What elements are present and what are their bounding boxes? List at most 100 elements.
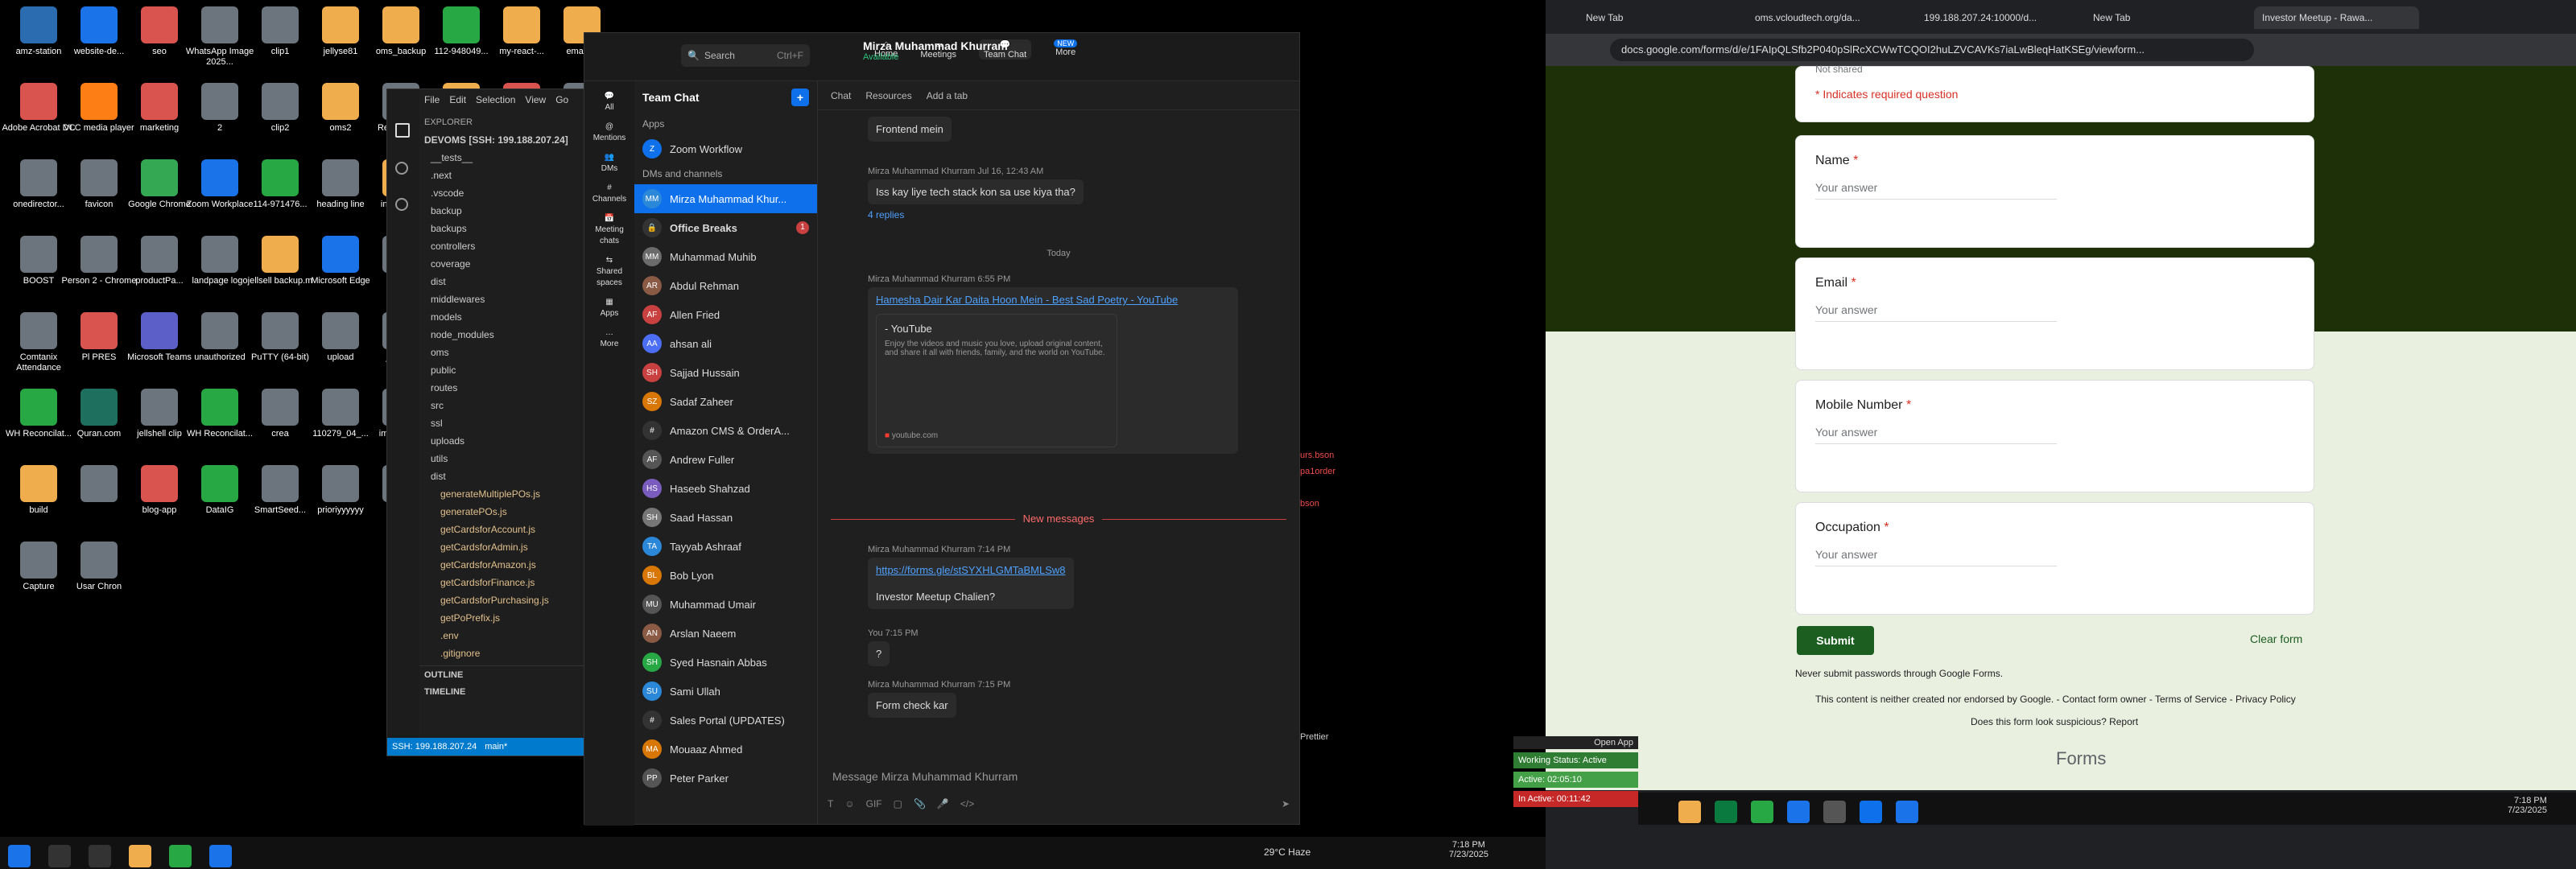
taskview-icon[interactable] <box>89 845 111 867</box>
tree-item[interactable]: getCardsforFinance.js <box>419 574 592 591</box>
chat-list-item[interactable]: AA ahsan ali <box>634 329 817 358</box>
edge-taskbar-icon[interactable] <box>209 845 232 867</box>
tree-item[interactable]: node_modules <box>419 326 592 344</box>
chat-list-item[interactable]: 🔒 Office Breaks 1 <box>634 213 817 242</box>
tree-item[interactable]: .env <box>419 627 592 645</box>
tree-item[interactable]: middlewares <box>419 290 592 308</box>
message-composer[interactable]: Message Mirza Muhammad Khurram <box>828 765 1290 789</box>
git-branch[interactable]: main* <box>485 742 507 752</box>
chat-list-item[interactable]: # Sales Portal (UPDATES) <box>634 706 817 735</box>
tab-chat[interactable]: Chat <box>831 90 851 101</box>
screenshot-icon[interactable]: ▢ <box>894 798 902 818</box>
clock-left[interactable]: 7:18 PM 7/23/2025 <box>1449 840 1488 859</box>
chat-list-item[interactable]: SH Syed Hasnain Abbas <box>634 648 817 677</box>
apps-section[interactable]: Apps <box>634 113 817 134</box>
code-icon[interactable]: </> <box>960 798 974 818</box>
tree-item[interactable]: dist <box>419 273 592 290</box>
open-app-button[interactable]: Open App <box>1513 736 1638 749</box>
tree-item[interactable]: backup <box>419 202 592 220</box>
tab-4[interactable]: New Tab <box>2085 6 2250 29</box>
tab-resources[interactable]: Resources <box>865 90 911 101</box>
clock-right[interactable]: 7:18 PM 7/23/2025 <box>2508 796 2547 815</box>
chat-list-item[interactable]: MU Muhammad Umair <box>634 590 817 619</box>
search-taskbar-icon[interactable] <box>48 845 71 867</box>
zoom-taskbar-icon[interactable] <box>1860 801 1882 823</box>
emoji-icon[interactable]: ☺ <box>844 798 854 818</box>
form-link[interactable]: https://forms.gle/stSYXHLGMTaBMLSw8 <box>876 564 1066 576</box>
rail-more[interactable]: … More <box>584 327 634 350</box>
suspicious-report[interactable]: Does this form look suspicious? Report <box>1971 716 2138 727</box>
chat-list-item[interactable]: SU Sami Ullah <box>634 677 817 706</box>
tree-item[interactable]: utils <box>419 450 592 467</box>
chat-list-item[interactable]: AF Allen Fried <box>634 300 817 329</box>
chat-list-item[interactable]: MM Mirza Muhammad Khur... <box>634 184 817 213</box>
mic-icon[interactable]: 🎤 <box>937 798 949 818</box>
timeline-section[interactable]: TIMELINE <box>419 683 592 701</box>
menu-edit[interactable]: Edit <box>449 94 466 105</box>
chat-list-item[interactable]: HS Haseeb Shahzad <box>634 474 817 503</box>
chat-list-item[interactable]: AN Arslan Naeem <box>634 619 817 648</box>
tree-item[interactable]: .vscode <box>419 184 592 202</box>
youtube-link[interactable]: Hamesha Dair Kar Daita Hoon Mein - Best … <box>876 294 1230 306</box>
chat-list-item[interactable]: SH Sajjad Hussain <box>634 358 817 387</box>
tab-add[interactable]: Add a tab <box>927 90 968 101</box>
chat-list-item[interactable]: # Amazon CMS & OrderA... <box>634 416 817 445</box>
chat-list-item[interactable]: MA Mouaaz Ahmed <box>634 735 817 764</box>
chat-list-item[interactable]: SZ Sadaf Zaheer <box>634 387 817 416</box>
menu-go[interactable]: Go <box>555 94 568 105</box>
tab-1[interactable]: New Tab <box>1578 6 1743 29</box>
new-chat-button[interactable]: + <box>791 89 809 106</box>
submit-button[interactable]: Submit <box>1797 626 1874 655</box>
rail-meeting-chats[interactable]: 📅 Meeting chats <box>584 213 634 247</box>
occupation-input[interactable]: Your answer <box>1815 548 2057 566</box>
menu-file[interactable]: File <box>424 94 440 105</box>
send-icon[interactable]: ➤ <box>1282 798 1290 818</box>
email-input[interactable]: Your answer <box>1815 303 2057 322</box>
vpn-icon[interactable] <box>1823 801 1846 823</box>
chrome-taskbar-icon[interactable] <box>169 845 192 867</box>
remote-status[interactable]: SSH: 199.188.207.24 <box>392 742 477 752</box>
mobile-input[interactable]: Your answer <box>1815 426 2057 444</box>
chat-list-item[interactable]: MM Muhammad Muhib <box>634 242 817 271</box>
rail-dms[interactable]: 👥 DMs <box>584 152 634 175</box>
weather-widget[interactable]: 29°C Haze <box>1264 846 1311 858</box>
outline-section[interactable]: OUTLINE <box>419 665 592 683</box>
app-zoom-workflow[interactable]: Z Zoom Workflow <box>634 134 817 163</box>
tree-item[interactable]: routes <box>419 379 592 397</box>
tree-item[interactable]: getCardsforAmazon.js <box>419 556 592 574</box>
tree-item[interactable]: src <box>419 397 592 414</box>
tree-item[interactable]: getPoPrefix.js <box>419 609 592 627</box>
file-explorer-icon[interactable] <box>129 845 151 867</box>
chat-list-item[interactable]: AR Abdul Rehman <box>634 271 817 300</box>
rail-all[interactable]: 💬 All <box>584 91 634 113</box>
desktop-icon[interactable]: Usar Chron <box>60 542 138 592</box>
tree-item[interactable]: controllers <box>419 237 592 255</box>
tab-active[interactable]: Investor Meetup - Rawa... <box>2254 6 2419 29</box>
tree-item[interactable]: .gitignore <box>419 645 592 662</box>
chrome-taskbar-icon[interactable] <box>1751 801 1773 823</box>
rail-shared-spaces[interactable]: ⇆ Shared spaces <box>584 255 634 289</box>
rail-channels[interactable]: # Channels <box>584 183 634 205</box>
tree-item[interactable]: public <box>419 361 592 379</box>
gif-icon[interactable]: GIF <box>866 798 882 818</box>
tree-item[interactable]: uploads <box>419 432 592 450</box>
vscode-taskbar-icon[interactable] <box>1896 801 1918 823</box>
tree-item[interactable]: dist <box>419 467 592 485</box>
tree-item[interactable]: models <box>419 308 592 326</box>
source-control-icon[interactable] <box>395 198 408 211</box>
menu-selection[interactable]: Selection <box>476 94 515 105</box>
store-icon[interactable] <box>1715 801 1737 823</box>
search-icon[interactable] <box>395 162 408 175</box>
tree-item[interactable]: ssl <box>419 414 592 432</box>
tree-item[interactable]: .next <box>419 167 592 184</box>
tree-item[interactable]: generatePOs.js <box>419 503 592 521</box>
tab-2[interactable]: oms.vcloudtech.org/da... <box>1747 6 1912 29</box>
name-input[interactable]: Your answer <box>1815 181 2057 200</box>
chat-list-item[interactable]: TA Tayyab Ashraaf <box>634 532 817 561</box>
tree-item[interactable]: getCardsforAccount.js <box>419 521 592 538</box>
dms-section[interactable]: DMs and channels <box>634 163 817 184</box>
replies-link[interactable]: 4 replies <box>868 209 1084 220</box>
tree-item[interactable]: oms <box>419 344 592 361</box>
tree-item[interactable]: backups <box>419 220 592 237</box>
rail-mentions[interactable]: @ Mentions <box>584 121 634 144</box>
